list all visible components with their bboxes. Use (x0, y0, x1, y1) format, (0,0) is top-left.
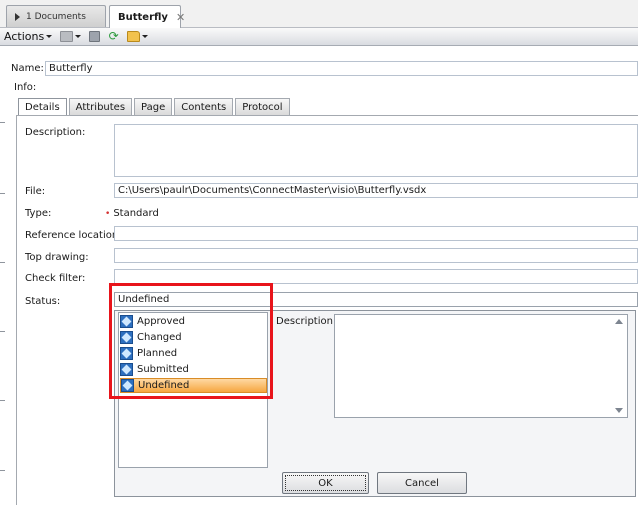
ok-button[interactable]: OK (282, 472, 369, 494)
scroll-down-icon[interactable] (615, 408, 623, 413)
check-filter-label: Check filter: (25, 273, 86, 284)
tab-butterfly[interactable]: Butterfly ✕ (109, 5, 185, 28)
edge-tick (0, 400, 5, 401)
print-icon (60, 31, 74, 42)
top-drawing-field[interactable] (114, 248, 638, 263)
description-field[interactable] (114, 124, 638, 177)
actions-menu-button[interactable]: Actions (4, 30, 53, 43)
reference-location-field[interactable] (114, 226, 638, 241)
popup-description-label: Description: (276, 316, 337, 327)
print-button[interactable] (60, 31, 82, 42)
description-label: Description: (25, 127, 86, 138)
edge-tick (0, 122, 5, 123)
open-folder-icon (127, 31, 141, 42)
edge-tick (0, 331, 5, 332)
close-tab-icon[interactable]: ✕ (176, 11, 185, 24)
tab-protocol[interactable]: Protocol (235, 98, 290, 115)
refresh-icon: ⟳ (108, 29, 119, 43)
required-marker: • (105, 209, 111, 219)
name-field[interactable]: Butterfly (45, 61, 638, 76)
status-label: Status: (25, 296, 61, 307)
refresh-button[interactable]: ⟳ (108, 29, 119, 43)
top-drawing-label: Top drawing: (25, 252, 89, 263)
tab-contents[interactable]: Contents (174, 98, 234, 115)
edge-tick (0, 470, 5, 471)
tab-attributes[interactable]: Attributes (68, 98, 133, 115)
info-label: Info: (14, 82, 37, 93)
tab-page[interactable]: Page (134, 98, 173, 115)
expand-arrow-icon[interactable] (15, 12, 20, 21)
check-filter-field[interactable] (114, 269, 638, 284)
open-folder-button[interactable] (127, 31, 149, 42)
actions-menu-label: Actions (4, 30, 45, 43)
popup-description-field[interactable] (334, 314, 628, 418)
tab-butterfly-label: Butterfly (118, 11, 168, 23)
reference-location-label: Reference location: (25, 230, 122, 241)
file-label: File: (25, 186, 46, 197)
cancel-button[interactable]: Cancel (377, 472, 467, 494)
toolbar: Actions ⟳ (0, 28, 638, 46)
chevron-down-icon (46, 35, 53, 38)
name-label: Name: (11, 63, 44, 74)
type-value: • Standard (105, 208, 159, 219)
edge-tick (0, 262, 5, 263)
document-tab-strip: 1 Documents Butterfly ✕ (0, 0, 638, 28)
detail-tabs: Details Attributes Page Contents Protoco… (18, 98, 292, 116)
chevron-down-icon (142, 35, 149, 38)
annotation-highlight-box (109, 283, 273, 399)
scroll-up-icon[interactable] (615, 319, 623, 324)
chevron-down-icon (75, 35, 82, 38)
type-label: Type: (25, 208, 52, 219)
save-button[interactable] (89, 31, 101, 42)
save-icon (89, 31, 101, 42)
tab-documents[interactable]: 1 Documents (6, 5, 106, 27)
edge-tick (0, 193, 5, 194)
tab-documents-label: 1 Documents (26, 11, 86, 22)
type-value-text: Standard (113, 208, 159, 219)
file-field[interactable]: C:\Users\paulr\Documents\ConnectMaster\v… (114, 183, 638, 198)
tab-details[interactable]: Details (18, 98, 67, 116)
